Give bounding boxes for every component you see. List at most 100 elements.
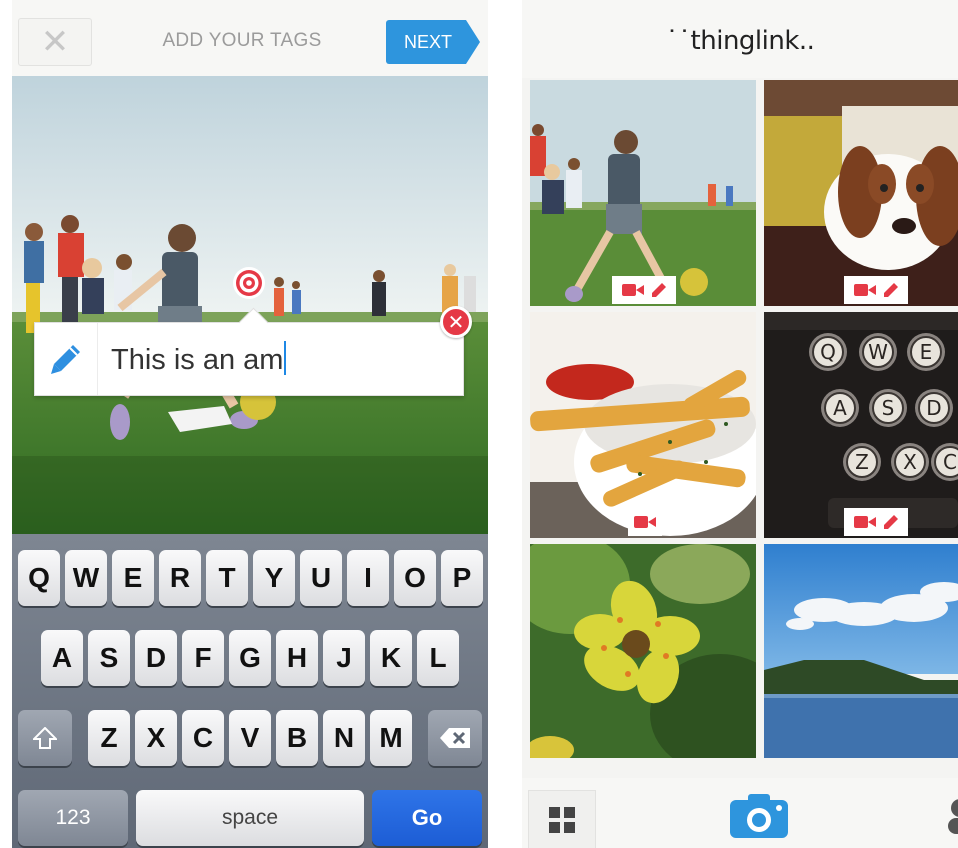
feed-tile-flower[interactable] [530, 544, 756, 758]
feed-tile-typewriter[interactable]: Q W E A S D Z X C [764, 312, 958, 538]
tag-target-icon[interactable] [232, 266, 266, 300]
tile-badges [844, 276, 908, 304]
key-z[interactable]: Z [88, 710, 130, 766]
video-icon[interactable] [634, 515, 656, 529]
keycap-letter: Q [820, 340, 836, 364]
go-key[interactable]: Go [372, 790, 482, 846]
photo-canvas[interactable]: This is an am ✕ [12, 76, 488, 534]
key-v[interactable]: V [229, 710, 271, 766]
remove-icon: ✕ [447, 310, 465, 334]
key-j[interactable]: J [323, 630, 365, 686]
camera-icon [730, 794, 788, 838]
feed-tile-lake[interactable] [764, 544, 958, 758]
key-e[interactable]: E [112, 550, 154, 606]
tile-badges [844, 508, 908, 536]
key-g[interactable]: G [229, 630, 271, 686]
key-m[interactable]: M [370, 710, 412, 766]
shift-arrow-icon [33, 727, 57, 749]
dog-photo-thumbnail [764, 80, 958, 306]
keycap-letter: A [833, 396, 847, 420]
typewriter-keycap: D [915, 389, 953, 427]
key-l[interactable]: L [417, 630, 459, 686]
pencil-icon[interactable] [884, 283, 898, 297]
pencil-icon[interactable] [652, 283, 666, 297]
bottom-nav [522, 778, 958, 848]
typewriter-photo-thumbnail: Q W E A S D Z X C [764, 312, 958, 538]
key-k[interactable]: K [370, 630, 412, 686]
tag-text-box[interactable]: This is an am [34, 322, 464, 396]
grid-icon [549, 807, 575, 833]
keycap-letter: S [882, 396, 895, 420]
lake-photo-thumbnail [764, 544, 958, 758]
tag-input[interactable]: This is an am [111, 341, 287, 377]
keycap-letter: X [903, 450, 917, 474]
typewriter-keycap: E [907, 333, 945, 371]
keycap-letter: W [868, 340, 888, 364]
shift-key[interactable] [18, 710, 72, 766]
key-f[interactable]: F [182, 630, 224, 686]
page-title: ADD YOUR TAGS [162, 30, 322, 51]
video-icon[interactable] [854, 515, 876, 529]
typewriter-keycap: S [869, 389, 907, 427]
pencil-icon [51, 345, 80, 374]
backspace-key[interactable] [428, 710, 482, 766]
camera-button[interactable] [730, 794, 788, 843]
close-icon: ✕ [40, 22, 70, 62]
feed-tile-dog[interactable] [764, 80, 958, 306]
typewriter-keycap: X [891, 443, 929, 481]
tile-badges [628, 508, 662, 536]
numbers-key[interactable]: 123 [18, 790, 128, 846]
keycap-letter: C [943, 450, 957, 474]
user-icon [948, 799, 958, 834]
close-button[interactable]: ✕ [18, 18, 92, 66]
video-icon[interactable] [854, 283, 876, 297]
fries-photo-thumbnail [530, 312, 756, 538]
grid-view-button[interactable] [528, 790, 596, 848]
keycap-letter: E [920, 340, 933, 364]
key-r[interactable]: R [159, 550, 201, 606]
key-y[interactable]: Y [253, 550, 295, 606]
remove-tag-button[interactable]: ✕ [440, 306, 472, 338]
key-d[interactable]: D [135, 630, 177, 686]
tag-editor-screen: ✕ ADD YOUR TAGS NEXT This is an am ✕ Q W… [12, 0, 488, 848]
key-w[interactable]: W [65, 550, 107, 606]
key-o[interactable]: O [394, 550, 436, 606]
key-x[interactable]: X [135, 710, 177, 766]
keycap-letter: D [926, 396, 941, 420]
tile-badges [612, 276, 676, 304]
key-i[interactable]: I [347, 550, 389, 606]
pencil-icon[interactable] [884, 515, 898, 529]
key-s[interactable]: S [88, 630, 130, 686]
key-b[interactable]: B [276, 710, 318, 766]
text-cursor [284, 341, 287, 375]
keycap-letter: Z [855, 450, 869, 474]
video-icon[interactable] [622, 283, 644, 297]
key-p[interactable]: P [441, 550, 483, 606]
feed-tile-kids[interactable] [530, 80, 756, 306]
backspace-icon [440, 728, 470, 748]
typewriter-keycap: W [859, 333, 897, 371]
profile-button[interactable] [946, 798, 958, 839]
key-a[interactable]: A [41, 630, 83, 686]
key-u[interactable]: U [300, 550, 342, 606]
key-h[interactable]: H [276, 630, 318, 686]
typewriter-keycap: Q [809, 333, 847, 371]
logo-bar: ˙˙thinglink.. [522, 0, 958, 78]
top-bar: ✕ ADD YOUR TAGS NEXT [12, 0, 488, 77]
feed-tile-fries[interactable] [530, 312, 756, 538]
feed-screen: ˙˙thinglink.. Q W E A S D Z X C [522, 0, 958, 848]
space-key[interactable]: space [136, 790, 364, 846]
next-button[interactable]: NEXT [386, 20, 480, 64]
key-n[interactable]: N [323, 710, 365, 766]
key-c[interactable]: C [182, 710, 224, 766]
typewriter-keycap: Z [843, 443, 881, 481]
tag-input-text: This is an am [111, 344, 284, 376]
flower-photo-thumbnail [530, 544, 756, 758]
key-t[interactable]: T [206, 550, 248, 606]
edit-button[interactable] [35, 323, 98, 395]
kids-photo-thumbnail [530, 80, 756, 306]
key-q[interactable]: Q [18, 550, 60, 606]
on-screen-keyboard: Q W E R T Y U I O P A S D F G H J K L Z X C V B N M 123 space Go [12, 534, 488, 848]
typewriter-keycap: A [821, 389, 859, 427]
app-logo: ˙˙thinglink.. [665, 26, 815, 56]
